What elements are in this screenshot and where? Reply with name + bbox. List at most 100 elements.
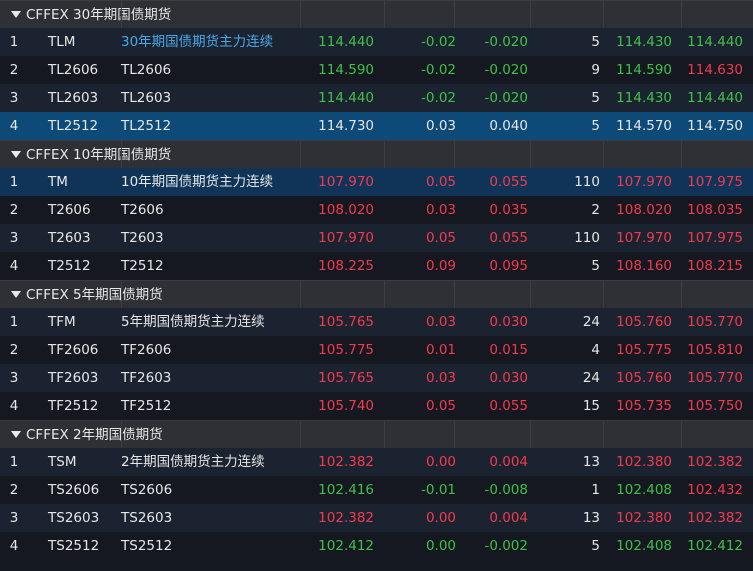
column-divider [681, 421, 682, 448]
group-header[interactable]: CFFEX 5年期国债期货 [0, 280, 753, 308]
volume: 5 [591, 118, 600, 134]
contract-name: TS2512 [121, 538, 173, 554]
group-title: CFFEX 5年期国债期货 [26, 286, 163, 303]
column-divider [300, 421, 301, 448]
row-index: 2 [9, 342, 19, 358]
row-index: 1 [9, 34, 19, 50]
column-divider [454, 421, 455, 448]
percent-change: -0.002 [484, 538, 528, 554]
table-row[interactable]: 2 T2606 T2606 108.020 0.03 0.035 2 108.020 108.0… [0, 196, 753, 224]
percent-change: 0.004 [489, 510, 528, 526]
collapse-triangle-icon[interactable] [11, 291, 21, 298]
group-header[interactable]: CFFEX 2年期国债期货 [0, 420, 753, 448]
column-divider [603, 281, 604, 308]
column-divider [603, 421, 604, 448]
price-change: 0.03 [425, 118, 456, 134]
table-row[interactable]: 1 TM 10年期国债期货主力连续 107.970 0.05 0.055 110 107.97… [0, 168, 753, 196]
percent-change: 0.015 [489, 342, 528, 358]
table-row[interactable]: 4 T2512 T2512 108.225 0.09 0.095 5 108.160 108.2… [0, 252, 753, 280]
volume: 2 [591, 202, 600, 218]
row-index: 2 [9, 62, 19, 78]
table-row[interactable]: 2 TF2606 TF2606 105.775 0.01 0.015 4 105.775 105… [0, 336, 753, 364]
column-divider [384, 1, 385, 28]
collapse-triangle-icon[interactable] [11, 11, 21, 18]
last-price: 102.382 [318, 510, 374, 526]
price-change: 0.03 [425, 370, 456, 386]
table-row[interactable]: 3 TS2603 TS2603 102.382 0.00 0.004 13 102.380 10… [0, 504, 753, 532]
group-title: CFFEX 10年期国债期货 [26, 146, 172, 163]
bid-price: 114.430 [616, 34, 672, 50]
table-row[interactable]: 4 TL2512 TL2512 114.730 0.03 0.040 5 114.570 114… [0, 112, 753, 140]
volume: 5 [591, 34, 600, 50]
contract-name: TL2603 [121, 90, 172, 106]
contract-code: TL2512 [48, 118, 99, 134]
collapse-triangle-icon[interactable] [11, 431, 21, 438]
ask-price: 114.440 [687, 90, 743, 106]
contract-code: TS2606 [48, 482, 100, 498]
table-row[interactable]: 4 TF2512 TF2512 105.740 0.05 0.055 15 105.735 10… [0, 392, 753, 420]
contract-code: T2606 [48, 202, 91, 218]
last-price: 114.590 [318, 62, 374, 78]
table-row[interactable]: 2 TL2606 TL2606 114.590 -0.02 -0.020 9 114.590 1… [0, 56, 753, 84]
row-index: 3 [9, 370, 19, 386]
price-change: 0.09 [425, 258, 456, 274]
row-index: 4 [9, 118, 19, 134]
collapse-triangle-icon[interactable] [11, 151, 21, 158]
contract-name: T2603 [121, 230, 164, 246]
column-divider [603, 1, 604, 28]
table-row[interactable]: 3 TL2603 TL2603 114.440 -0.02 -0.020 5 114.430 1… [0, 84, 753, 112]
volume: 110 [574, 230, 600, 246]
column-divider [300, 1, 301, 28]
percent-change: -0.020 [484, 90, 528, 106]
row-index: 2 [9, 202, 19, 218]
column-divider [681, 141, 682, 168]
column-divider [681, 1, 682, 28]
contract-code: TSM [48, 454, 77, 470]
bid-price: 108.160 [616, 258, 672, 274]
row-index: 1 [9, 314, 19, 330]
row-index: 2 [9, 482, 19, 498]
bid-price: 102.408 [616, 538, 672, 554]
ask-price: 108.035 [687, 202, 743, 218]
price-change: 0.00 [425, 538, 456, 554]
column-divider [121, 281, 122, 308]
table-row[interactable]: 3 T2603 T2603 107.970 0.05 0.055 110 107.970 107… [0, 224, 753, 252]
row-index: 4 [9, 258, 19, 274]
column-divider [300, 141, 301, 168]
percent-change: 0.055 [489, 230, 528, 246]
bid-price: 102.408 [616, 482, 672, 498]
last-price: 114.440 [318, 90, 374, 106]
volume: 1 [591, 482, 600, 498]
bid-price: 105.775 [616, 342, 672, 358]
last-price: 108.020 [318, 202, 374, 218]
table-row[interactable]: 1 TSM 2年期国债期货主力连续 102.382 0.00 0.004 13 102.380… [0, 448, 753, 476]
contract-code: TLM [48, 34, 76, 50]
row-index: 3 [9, 230, 19, 246]
bid-price: 107.970 [616, 174, 672, 190]
percent-change: -0.020 [484, 62, 528, 78]
table-row[interactable]: 4 TS2512 TS2512 102.412 0.00 -0.002 5 102.408 10… [0, 532, 753, 560]
group-header[interactable]: CFFEX 30年期国债期货 [0, 0, 753, 28]
bid-price: 114.430 [616, 90, 672, 106]
contract-name: TS2603 [121, 510, 173, 526]
column-divider [121, 1, 122, 28]
ask-price: 102.412 [687, 538, 743, 554]
group-header[interactable]: CFFEX 10年期国债期货 [0, 140, 753, 168]
table-row[interactable]: 1 TFM 5年期国债期货主力连续 105.765 0.03 0.030 24 105.760… [0, 308, 753, 336]
table-row[interactable]: 1 TLM 30年期国债期货主力连续 114.440 -0.02 -0.020 5 114.4… [0, 28, 753, 56]
contract-name: TF2512 [121, 398, 172, 414]
percent-change: 0.055 [489, 398, 528, 414]
quote-grid: CFFEX 30年期国债期货 1 TLM 30年期国债期货主力连续 114.440 -0.… [0, 0, 753, 571]
price-change: 0.03 [425, 314, 456, 330]
column-divider [454, 141, 455, 168]
table-row[interactable]: 3 TF2603 TF2603 105.765 0.03 0.030 24 105.760 10… [0, 364, 753, 392]
table-row[interactable]: 2 TS2606 TS2606 102.416 -0.01 -0.008 1 102.408 1… [0, 476, 753, 504]
contract-code: TF2512 [48, 398, 99, 414]
price-change: 0.05 [425, 398, 456, 414]
volume: 24 [582, 314, 600, 330]
percent-change: 0.035 [489, 202, 528, 218]
volume: 110 [574, 174, 600, 190]
row-index: 4 [9, 398, 19, 414]
price-change: -0.02 [421, 62, 456, 78]
ask-price: 114.630 [687, 62, 743, 78]
